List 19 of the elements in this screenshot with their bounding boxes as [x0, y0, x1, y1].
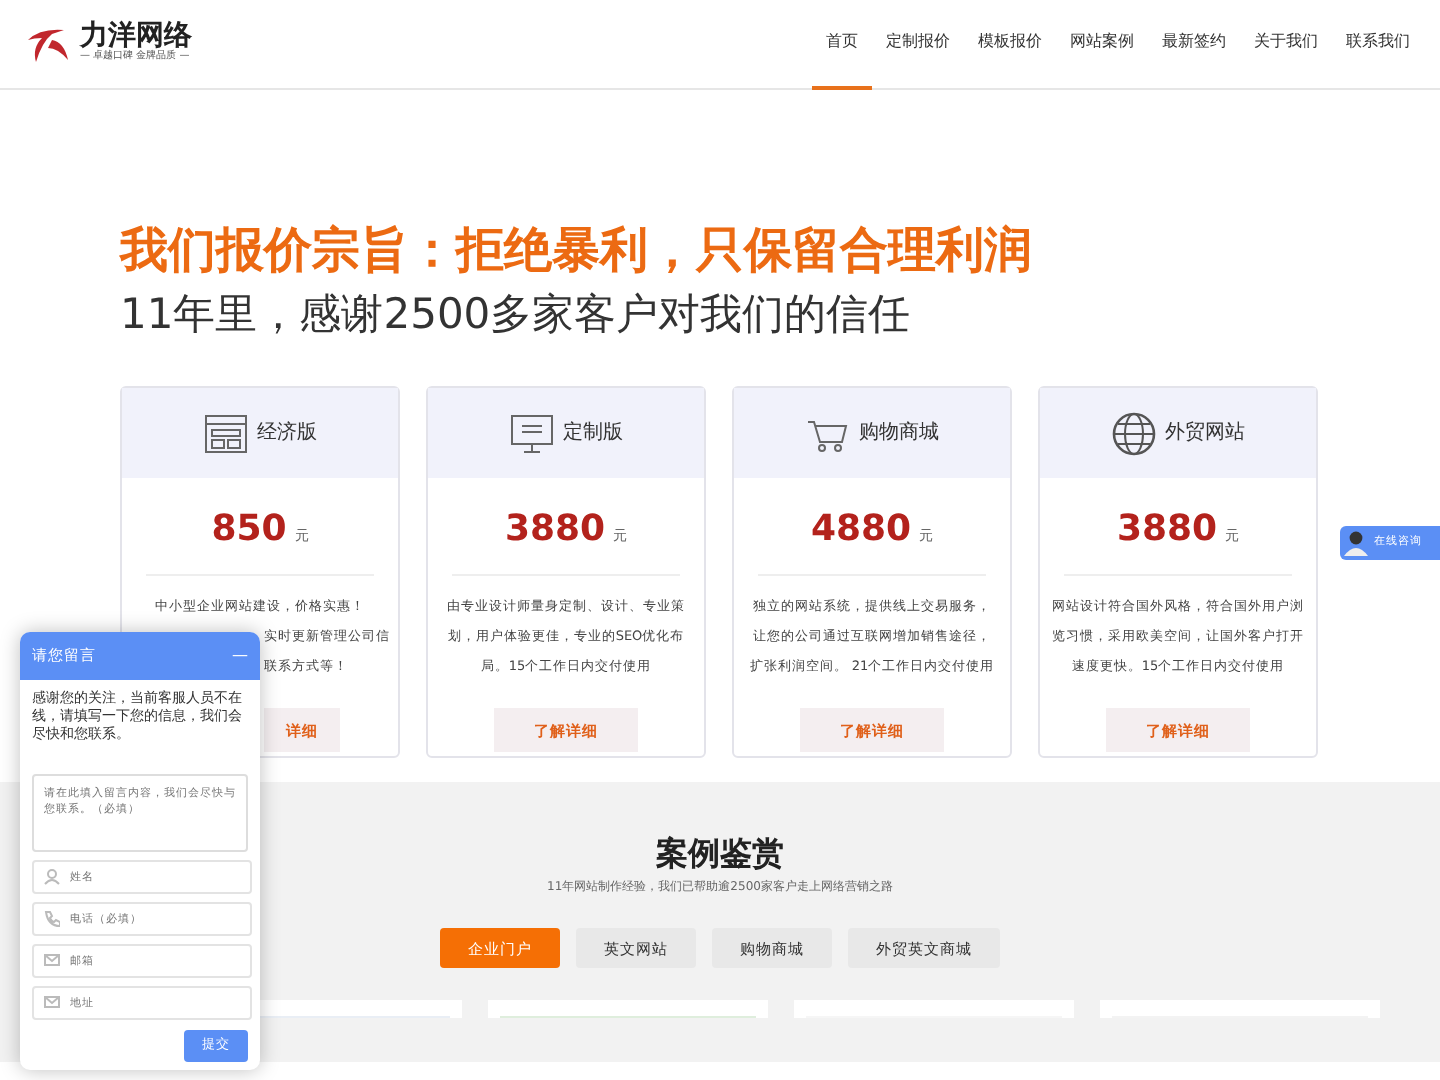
- plan-name: 定制版: [563, 419, 623, 449]
- nav-link[interactable]: 联系我们: [1332, 0, 1424, 89]
- nav-link[interactable]: 模板报价: [964, 0, 1056, 89]
- nav-link[interactable]: 首页: [812, 0, 872, 89]
- nav-link[interactable]: 最新签约: [1148, 0, 1240, 89]
- nav-link[interactable]: 关于我们: [1240, 0, 1332, 89]
- price: 4880: [810, 506, 912, 555]
- nav-link[interactable]: 定制报价: [872, 0, 964, 89]
- plan-name: 经济版: [257, 419, 317, 449]
- section-title: 案例鉴赏: [656, 832, 784, 877]
- nav-link[interactable]: 网站案例: [1056, 0, 1148, 89]
- hero-title: 我们报价宗旨：拒绝暴利，只保留合理利润: [120, 222, 1034, 280]
- logo-text: 力洋网络: [80, 22, 192, 51]
- price: 3880: [504, 506, 606, 555]
- plan-name: 外贸网站: [1165, 419, 1245, 449]
- hero-subtitle: 11年里，感谢2500多家客户对我们的信任: [120, 287, 913, 342]
- price: 850: [211, 506, 287, 555]
- price: 3880: [1116, 506, 1218, 555]
- plan-name: 购物商城: [859, 419, 939, 449]
